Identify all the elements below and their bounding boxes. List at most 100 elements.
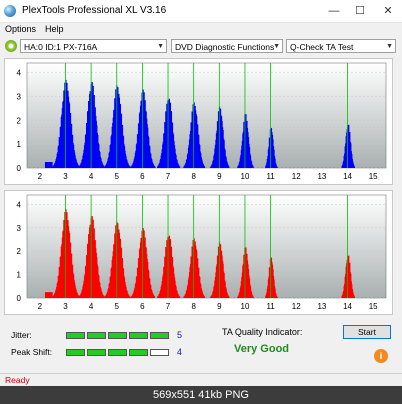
meter-segment — [150, 349, 169, 356]
data-bar — [353, 166, 356, 168]
peak-shift-value: 4 — [177, 347, 183, 357]
upper-chart-panel: 0 1 2 3 4 2 3 4 5 6 7 8 9 10 11 12 13 14 15 — [4, 58, 393, 185]
data-bar — [153, 296, 156, 298]
data-bar — [44, 292, 53, 298]
x-tick-label: 8 — [191, 172, 196, 181]
toolbar: HA:0 ID:1 PX-716A ▼ DVD Diagnostic Funct… — [0, 38, 402, 56]
x-tick-label: 7 — [166, 172, 171, 181]
y-tick-label: 4 — [17, 69, 22, 78]
data-bar — [154, 166, 156, 168]
x-tick-label: 13 — [317, 172, 326, 181]
test-select[interactable]: Q-Check TA Test ▼ — [286, 39, 396, 53]
x-tick-label: 5 — [115, 302, 120, 311]
status-bar: Ready — [0, 373, 402, 386]
close-icon[interactable]: ✕ — [376, 0, 400, 22]
meter-segment — [150, 332, 169, 339]
menu-options[interactable]: Options — [5, 24, 36, 34]
x-tick-label: 4 — [89, 172, 94, 181]
data-bar — [276, 166, 278, 168]
x-tick-label: 12 — [292, 172, 301, 181]
meter-segment — [108, 349, 127, 356]
x-tick-label: 7 — [166, 302, 171, 311]
info-icon[interactable]: i — [374, 349, 388, 363]
data-bar — [203, 296, 206, 298]
meter-segment — [129, 332, 148, 339]
function-select-value: DVD Diagnostic Functions — [175, 42, 275, 52]
plot-area — [26, 62, 387, 169]
drive-select-value: HA:0 ID:1 PX-716A — [24, 42, 98, 52]
plot-area — [26, 194, 387, 299]
data-bar — [228, 296, 230, 298]
x-tick-label: 3 — [63, 302, 68, 311]
status-text: Ready — [5, 375, 30, 385]
data-bar — [179, 296, 181, 298]
window-title: PlexTools Professional XL V3.16 — [22, 5, 167, 16]
y-tick-label: 4 — [17, 200, 22, 209]
title-bar: PlexTools Professional XL V3.16 — ☐ ✕ — [0, 0, 402, 23]
meter-segment — [87, 332, 106, 339]
peak-shift-meter — [66, 349, 171, 356]
x-tick-label: 4 — [89, 302, 94, 311]
x-tick-label: 3 — [63, 172, 68, 181]
lower-chart: 012342 3 4 5 6 7 8 9 10 11 12 13 14 15 — [17, 194, 387, 311]
jitter-label: Jitter: — [11, 330, 32, 340]
y-tick-label: 1 — [17, 271, 22, 280]
meter-segment — [108, 332, 127, 339]
meter-segment — [66, 332, 85, 339]
x-tick-label: 5 — [115, 172, 120, 181]
y-tick-label: 0 — [17, 164, 22, 173]
x-tick-label: 12 — [292, 302, 301, 311]
y-tick-label: 3 — [17, 224, 22, 233]
test-select-value: Q-Check TA Test — [290, 42, 354, 52]
maximize-icon[interactable]: ☐ — [348, 0, 372, 22]
x-tick-label: 15 — [369, 172, 378, 181]
x-tick-label: 13 — [317, 302, 326, 311]
minimize-icon[interactable]: — — [322, 0, 346, 22]
app-icon — [4, 5, 16, 17]
chevron-down-icon: ▼ — [273, 43, 280, 50]
y-tick-label: 0 — [17, 294, 22, 303]
x-tick-label: 9 — [217, 172, 222, 181]
y-tick-label: 2 — [17, 116, 22, 125]
ta-quality-value: Very Good — [234, 343, 290, 355]
data-bar — [353, 296, 356, 298]
x-tick-label: 9 — [217, 302, 222, 311]
results-panel: Jitter: 5 Peak Shift: 4 TA Quality Indic… — [4, 318, 391, 370]
image-caption: 569x551 41kb PNG — [0, 386, 402, 404]
x-tick-label: 2 — [38, 302, 43, 311]
x-tick-label: 11 — [266, 302, 275, 311]
jitter-meter — [66, 332, 171, 339]
start-button[interactable]: Start — [343, 325, 391, 339]
function-select[interactable]: DVD Diagnostic Functions ▼ — [171, 39, 283, 53]
data-bar — [129, 296, 131, 298]
y-tick-label: 3 — [17, 92, 22, 101]
x-tick-label: 6 — [140, 172, 145, 181]
data-bar — [179, 166, 181, 168]
x-tick-label: 8 — [191, 302, 196, 311]
y-tick-label: 2 — [17, 247, 22, 256]
chevron-down-icon: ▼ — [386, 43, 393, 50]
menu-bar: Options Help — [0, 23, 402, 37]
disc-icon — [5, 40, 17, 52]
drive-select[interactable]: HA:0 ID:1 PX-716A ▼ — [20, 39, 167, 53]
data-bar — [228, 166, 230, 168]
data-bar — [276, 296, 278, 298]
x-tick-label: 2 — [38, 172, 43, 181]
jitter-value: 5 — [177, 330, 183, 340]
meter-segment — [129, 349, 148, 356]
meter-segment — [87, 349, 106, 356]
x-tick-label: 11 — [266, 172, 275, 181]
peak-shift-label: Peak Shift: — [11, 347, 53, 357]
data-bar — [252, 296, 254, 298]
menu-help[interactable]: Help — [45, 24, 64, 34]
lower-chart-panel: 0 1 2 3 4 2 3 4 5 6 7 8 9 10 11 12 13 14 15 — [4, 190, 393, 315]
meter-segment — [66, 349, 85, 356]
x-tick-label: 14 — [343, 172, 352, 181]
data-bar — [203, 166, 206, 168]
x-tick-label: 14 — [343, 302, 352, 311]
x-tick-label: 10 — [241, 172, 250, 181]
ta-quality-label: TA Quality Indicator: — [222, 327, 303, 337]
chevron-down-icon: ▼ — [157, 43, 164, 50]
y-tick-label: 1 — [17, 140, 22, 149]
x-tick-label: 6 — [140, 302, 145, 311]
